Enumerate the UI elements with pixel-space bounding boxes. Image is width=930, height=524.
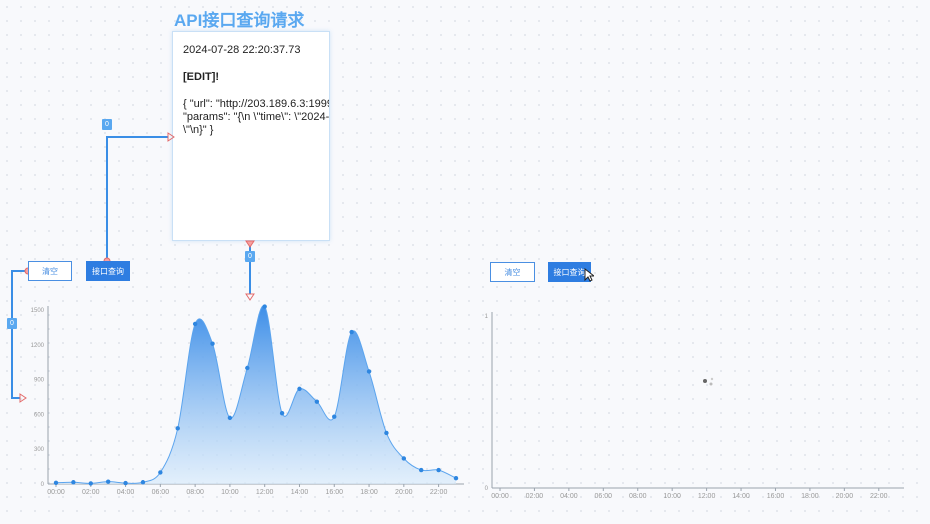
data-point[interactable] <box>192 321 198 327</box>
x-tick-label: 16:00 <box>325 489 343 496</box>
x-tick-label: 20:00 <box>836 493 854 500</box>
left-clear-button[interactable]: 清空 <box>28 261 72 281</box>
data-point[interactable] <box>436 467 441 473</box>
data-point[interactable] <box>349 329 354 335</box>
data-point[interactable] <box>88 481 93 486</box>
y-tick-label: 300 <box>34 447 45 453</box>
x-tick-label: 04:00 <box>560 493 578 500</box>
connector-arrow-card-input <box>167 132 175 142</box>
x-tick-label: 14:00 <box>291 489 309 496</box>
data-point[interactable] <box>384 430 389 436</box>
data-point[interactable] <box>71 480 76 485</box>
connector-query-to-card[interactable] <box>106 136 168 258</box>
y-tick-label: 900 <box>34 378 45 384</box>
data-point[interactable] <box>453 476 459 481</box>
data-point[interactable] <box>158 470 163 475</box>
y-tick-label: 1 <box>485 314 489 320</box>
right-chart: 0 1 00:00 02:00 04:00 06:00 08:00 10:00 12:00 14:… <box>485 312 904 500</box>
left-query-button[interactable]: 接口查询 <box>86 261 130 281</box>
data-point[interactable] <box>401 456 407 461</box>
mouse-cursor-icon <box>584 268 594 282</box>
data-point[interactable] <box>245 365 250 371</box>
x-tick-label: 22:00 <box>870 493 888 500</box>
right-clear-button[interactable]: 清空 <box>490 262 535 282</box>
left-chart: 0 300 600 900 1200 1500 00:00 02:00 04:00 06:00 08… <box>31 304 464 496</box>
data-point[interactable] <box>210 341 215 346</box>
data-point[interactable] <box>314 399 320 404</box>
data-point[interactable] <box>105 479 111 484</box>
x-tick-label: 16:00 <box>767 493 785 500</box>
connector-badge: 0 <box>245 251 255 262</box>
data-point[interactable] <box>366 369 372 374</box>
x-tick-label: 20:00 <box>395 489 413 496</box>
data-point[interactable] <box>123 480 128 486</box>
x-tick-label: 18:00 <box>360 489 378 496</box>
data-point[interactable] <box>53 480 59 486</box>
x-tick-label: 02:00 <box>82 489 100 496</box>
connector-badge: 0 <box>7 318 17 329</box>
x-tick-label: 18:00 <box>801 493 819 500</box>
y-tick-label: 600 <box>34 412 45 418</box>
x-tick-label: 10:00 <box>663 493 681 500</box>
x-tick-label: 10:00 <box>221 489 239 496</box>
x-tick-label: 22:00 <box>430 489 448 496</box>
loading-spinner-icon <box>703 377 714 386</box>
data-point[interactable] <box>279 411 285 416</box>
x-tick-label: 06:00 <box>152 489 170 496</box>
x-tick-label: 12:00 <box>256 489 274 496</box>
x-tick-label: 00:00 <box>47 489 65 496</box>
x-tick-label: 08:00 <box>629 493 647 500</box>
data-point[interactable] <box>419 467 424 473</box>
y-tick-label: 1500 <box>31 308 45 314</box>
y-tick-label: 0 <box>41 482 45 488</box>
area-fill <box>56 305 456 484</box>
x-tick-label: 08:00 <box>186 489 204 496</box>
connector-clear-to-chart[interactable] <box>11 270 25 399</box>
y-tick-label: 0 <box>485 486 489 492</box>
canvas-overlay: 0 300 600 900 1200 1500 00:00 02:00 04:00 06:00 08… <box>11 132 904 500</box>
connector-arrow-down <box>245 293 255 301</box>
data-point[interactable] <box>175 426 180 431</box>
y-tick-label: 1200 <box>31 343 45 349</box>
x-tick-label: 12:00 <box>698 493 716 500</box>
connector-card-output-port[interactable] <box>245 240 255 248</box>
x-tick-label: 04:00 <box>117 489 135 496</box>
data-point[interactable] <box>297 386 302 392</box>
connector-arrow-chart-input <box>19 393 27 403</box>
data-point[interactable] <box>227 415 233 421</box>
data-point[interactable] <box>262 304 267 309</box>
x-tick-label: 02:00 <box>526 493 544 500</box>
connector-badge: 0 <box>102 119 112 130</box>
x-tick-label: 00:00 <box>491 493 509 500</box>
x-tick-label: 14:00 <box>732 493 750 500</box>
data-point[interactable] <box>332 414 337 419</box>
data-point[interactable] <box>140 480 146 485</box>
x-tick-label: 06:00 <box>595 493 613 500</box>
